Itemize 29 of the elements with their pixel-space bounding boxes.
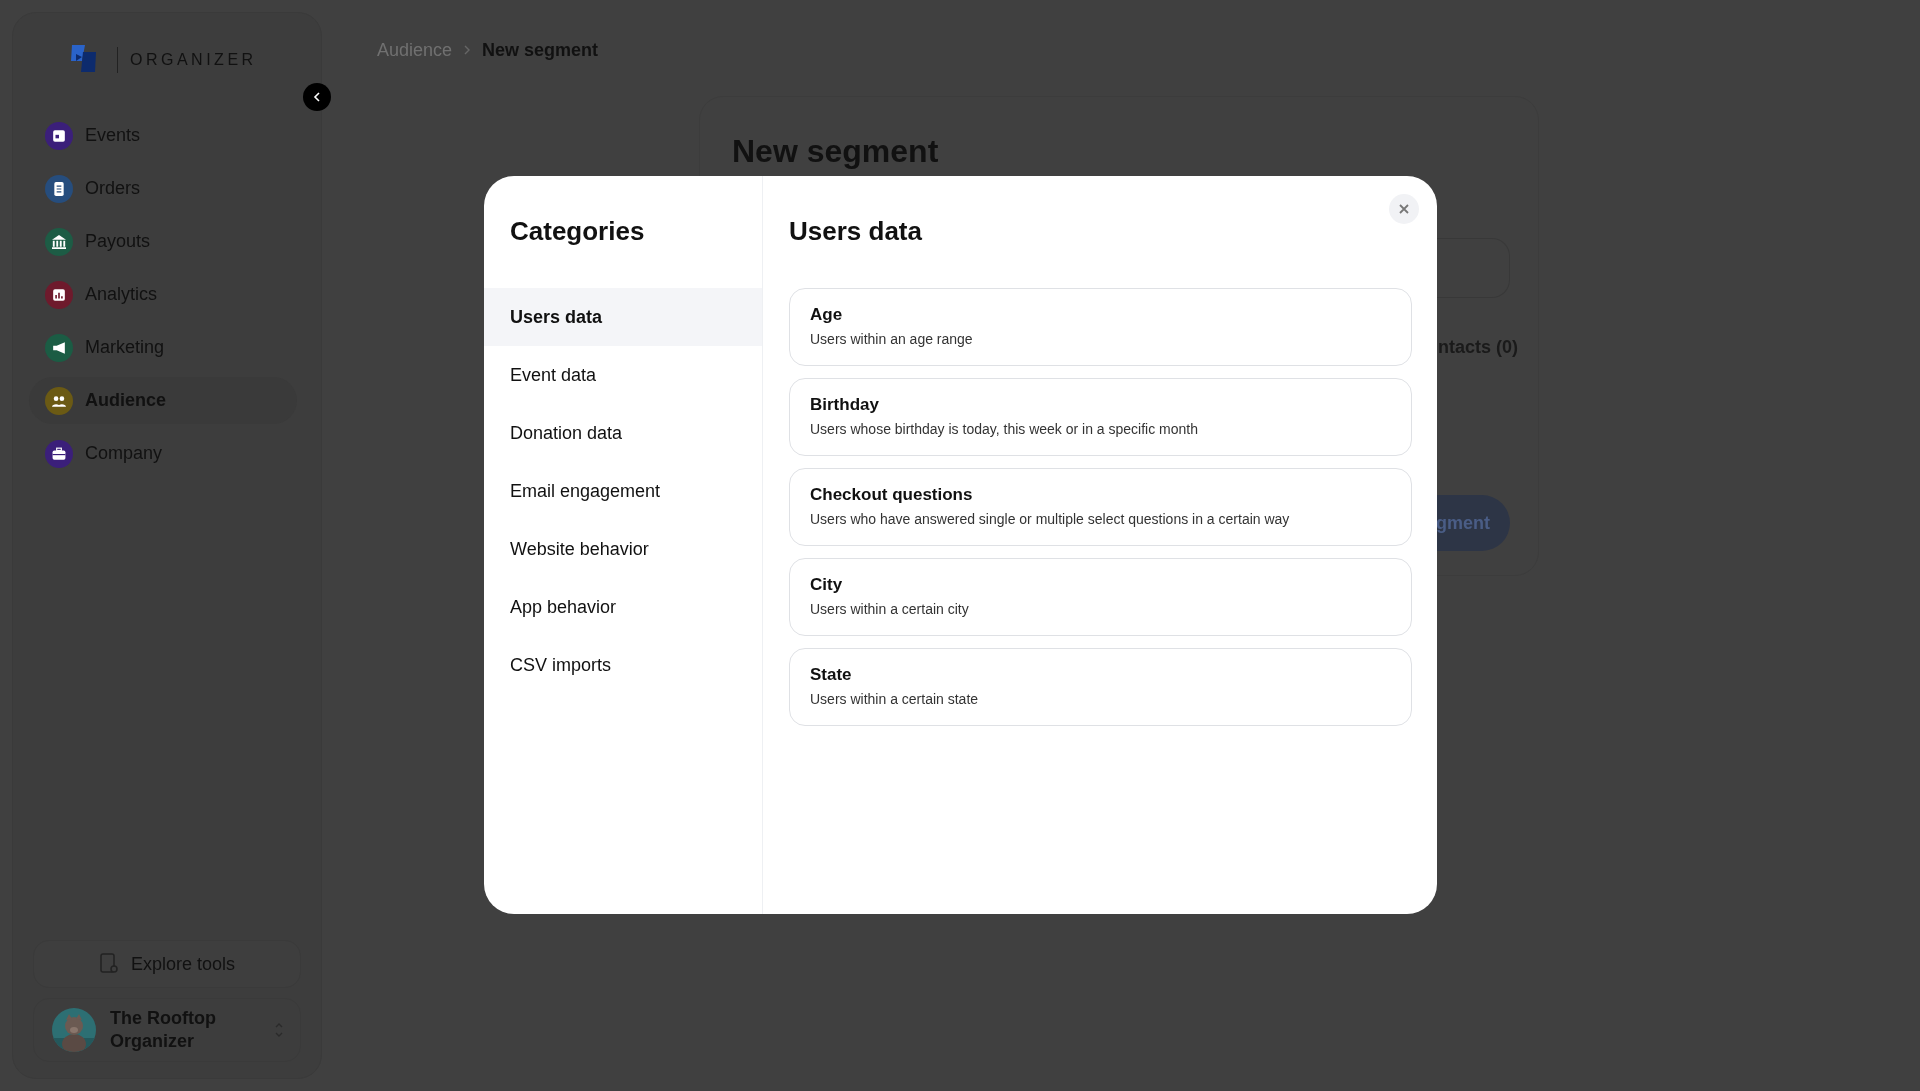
- close-button[interactable]: [1389, 194, 1419, 224]
- option-title: Age: [810, 305, 844, 325]
- option-description: Users whose birthday is today, this week or in a specific month: [810, 421, 1200, 437]
- category-item[interactable]: Users data: [484, 288, 762, 346]
- categories-title: Categories: [510, 216, 646, 248]
- option-card[interactable]: Birthday Users whose birthday is today, this week or in a specific month: [789, 378, 1412, 456]
- option-card[interactable]: State Users within a certain state: [789, 648, 1412, 726]
- option-title: Checkout questions: [810, 485, 974, 505]
- category-item[interactable]: Website behavior: [484, 520, 762, 578]
- category-item[interactable]: CSV imports: [484, 636, 762, 694]
- option-description: Users within an age range: [810, 331, 974, 347]
- category-item[interactable]: Event data: [484, 346, 762, 404]
- category-item[interactable]: Email engagement: [484, 462, 762, 520]
- option-title: State: [810, 665, 853, 685]
- option-title: Birthday: [810, 395, 880, 415]
- option-description: Users within a certain city: [810, 601, 970, 617]
- option-description: Users within a certain state: [810, 691, 980, 707]
- option-card[interactable]: Age Users within an age range: [789, 288, 1412, 366]
- option-card[interactable]: City Users within a certain city: [789, 558, 1412, 636]
- tablet-search-icon: [98, 953, 119, 975]
- option-title: City: [810, 575, 844, 595]
- option-description: Users who have answered single or multiple select questions in a certain way: [810, 511, 1291, 527]
- option-card[interactable]: Checkout questions Users who have answered single or multiple select questions in a certain way: [789, 468, 1412, 546]
- close-icon: [1398, 203, 1410, 215]
- category-item[interactable]: App behavior: [484, 578, 762, 636]
- collapse-button[interactable]: [303, 83, 331, 111]
- chevron-left-icon: [311, 91, 323, 103]
- section-title: Users data: [789, 216, 923, 248]
- category-item[interactable]: Donation data: [484, 404, 762, 462]
